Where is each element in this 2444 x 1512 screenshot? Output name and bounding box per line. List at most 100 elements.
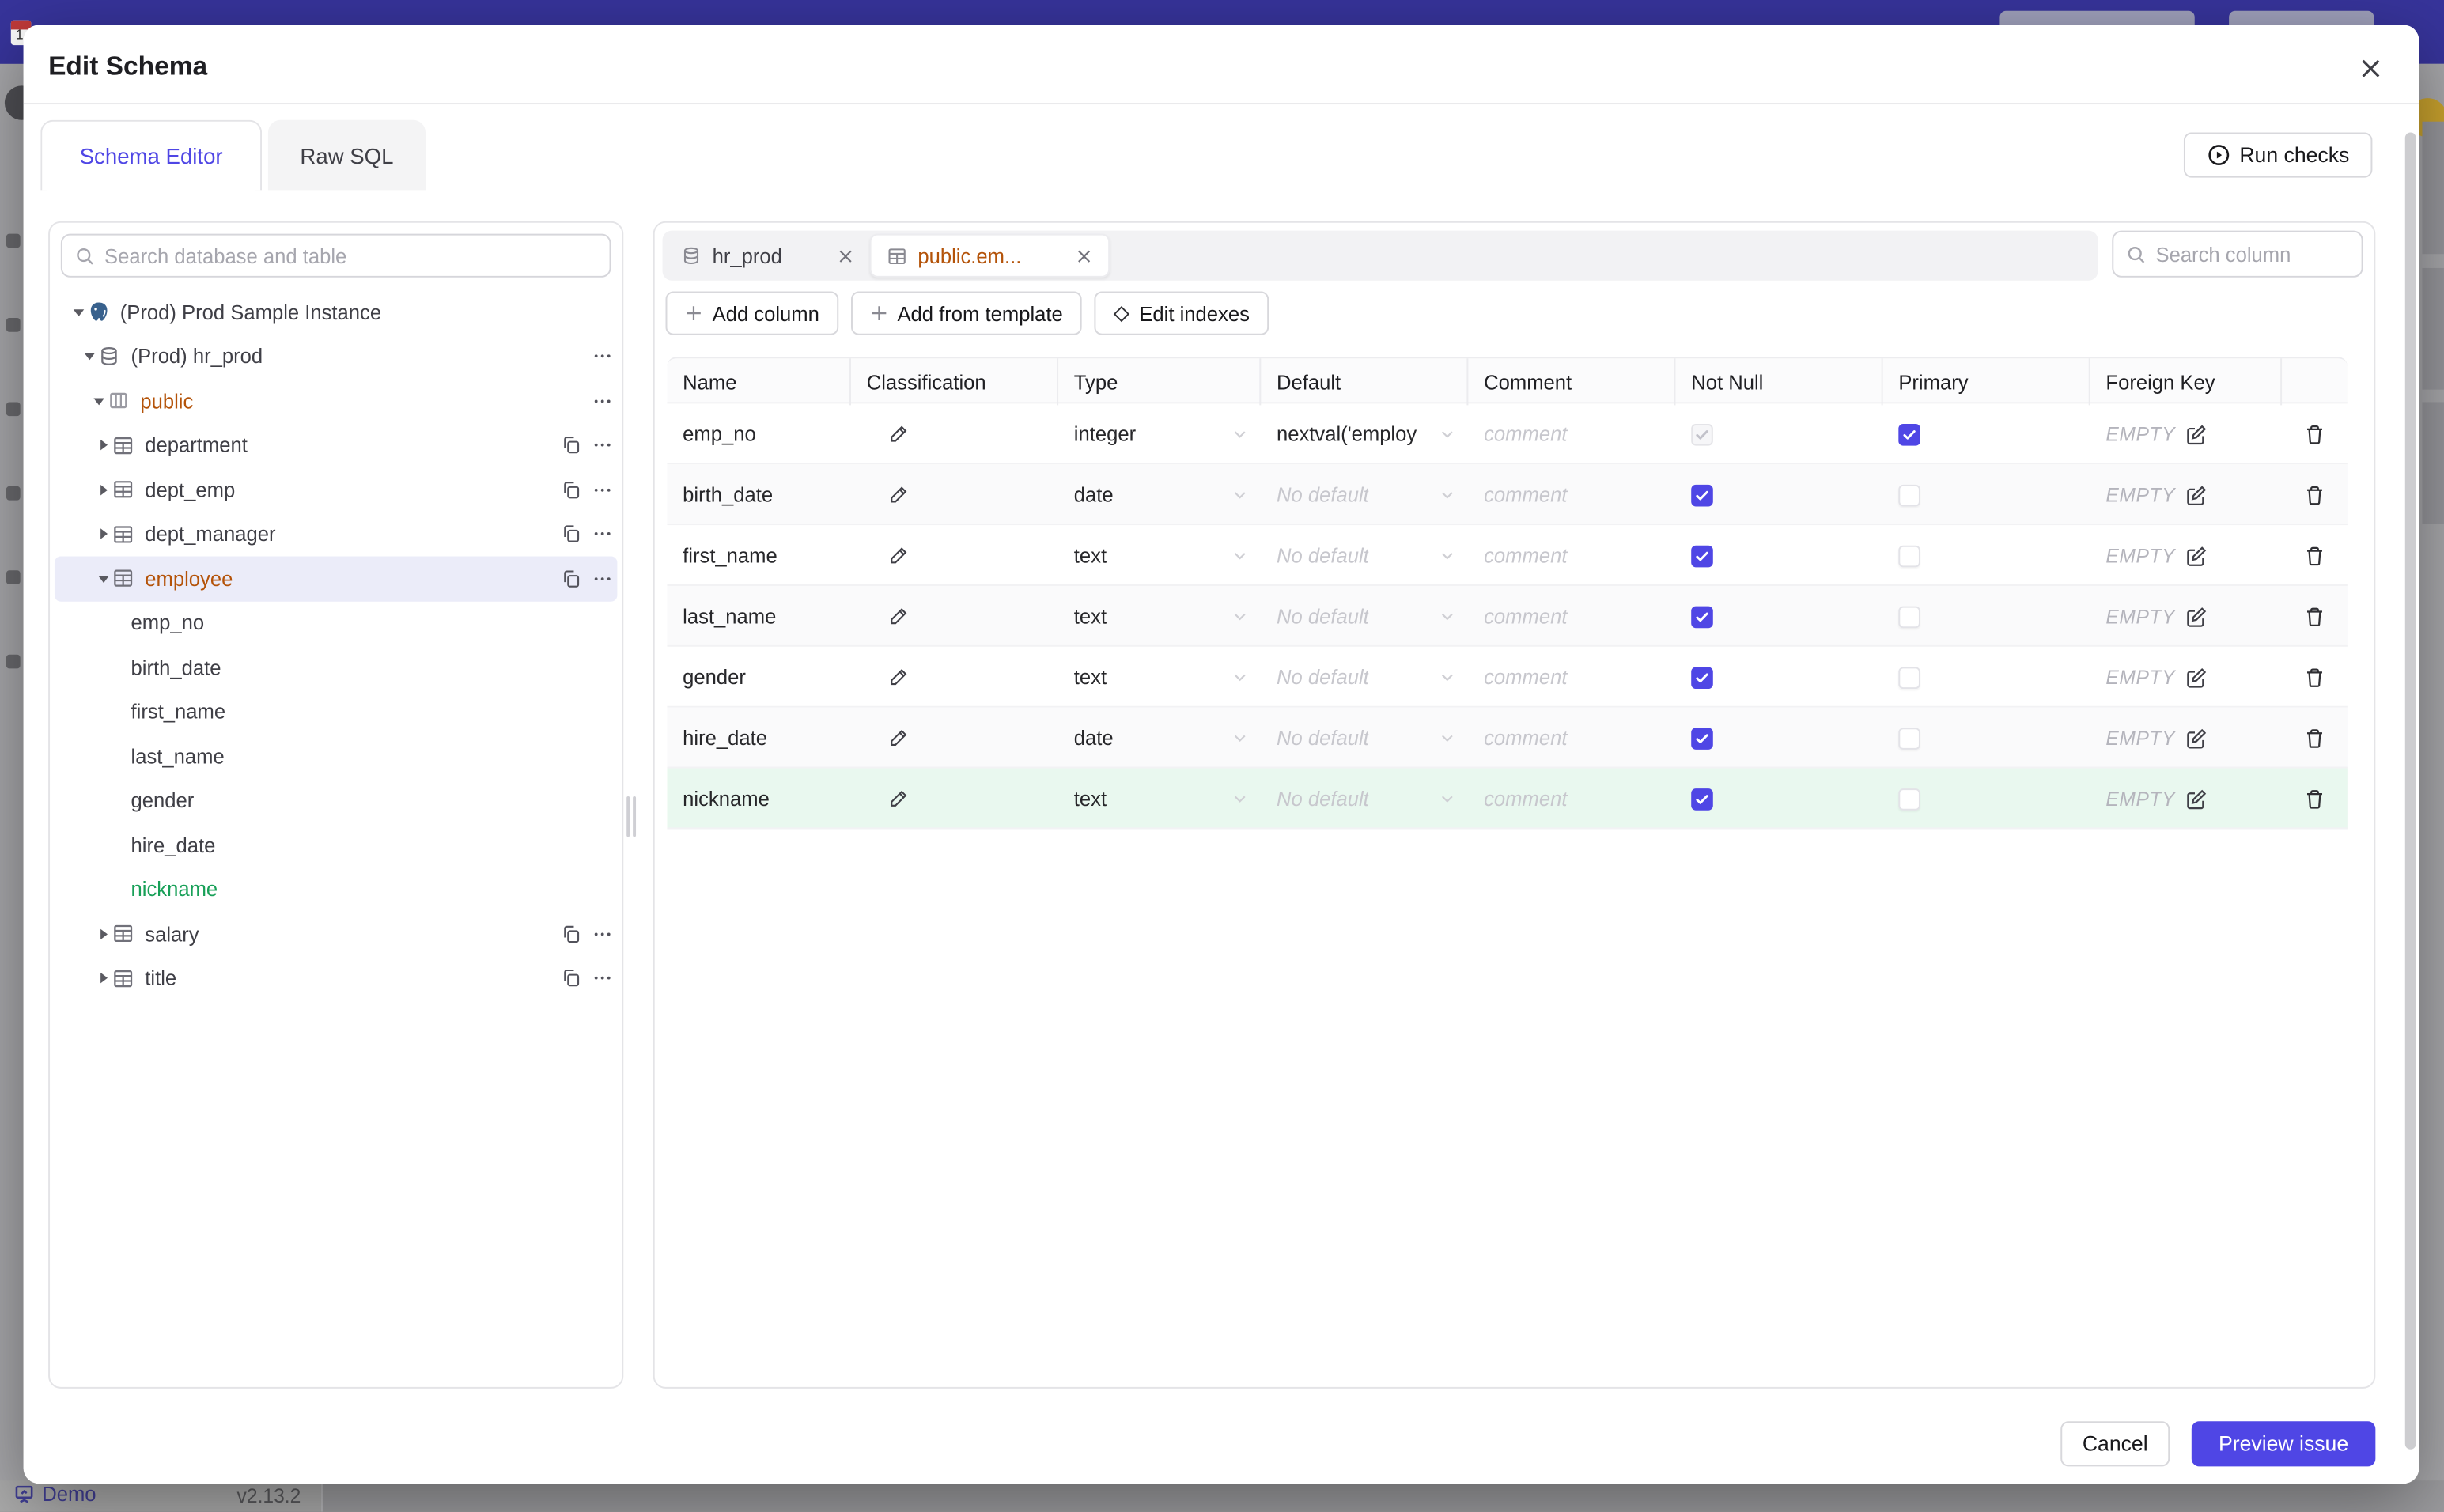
tree-item-department[interactable]: department	[55, 423, 617, 467]
tree-item-last_name[interactable]: last_name	[55, 734, 617, 778]
more-menu-icon[interactable]	[586, 569, 617, 589]
add-column-button[interactable]: Add column	[665, 291, 838, 335]
panel-resizer[interactable]	[625, 796, 637, 837]
copy-icon[interactable]	[555, 524, 586, 545]
edit-foreign-key-icon[interactable]	[2185, 788, 2207, 810]
checkbox-checked[interactable]	[1691, 666, 1713, 689]
tree-item-gender[interactable]: gender	[55, 778, 617, 822]
type-select[interactable]: text	[1058, 769, 1261, 830]
default-select[interactable]: No default	[1261, 586, 1468, 647]
name-cell[interactable]: nickname	[667, 769, 851, 830]
more-menu-icon[interactable]	[586, 524, 617, 545]
trash-icon[interactable]	[2304, 666, 2326, 688]
close-icon[interactable]	[2351, 48, 2391, 89]
tree-item-emp_no[interactable]: emp_no	[55, 601, 617, 645]
tree-search-input[interactable]	[104, 244, 597, 267]
caret-right-icon[interactable]	[93, 527, 112, 542]
comment-input[interactable]: comment	[1468, 586, 1675, 647]
preview-issue-button[interactable]: Preview issue	[2191, 1421, 2376, 1467]
default-select[interactable]: No default	[1261, 647, 1468, 708]
edit-foreign-key-icon[interactable]	[2185, 606, 2207, 628]
tab-raw-sql[interactable]: Raw SQL	[267, 119, 426, 191]
checkbox-checked[interactable]	[1691, 788, 1713, 810]
checkbox-checked[interactable]	[1691, 727, 1713, 749]
comment-input[interactable]: comment	[1468, 647, 1675, 708]
caret-down-icon[interactable]	[80, 350, 99, 364]
edit-foreign-key-icon[interactable]	[2185, 666, 2207, 688]
caret-down-icon[interactable]	[93, 572, 112, 586]
tree-item-hire_date[interactable]: hire_date	[55, 823, 617, 868]
trash-icon[interactable]	[2304, 727, 2326, 749]
pencil-icon[interactable]	[888, 424, 909, 444]
comment-input[interactable]: comment	[1468, 403, 1675, 464]
caret-right-icon[interactable]	[93, 482, 112, 497]
trash-icon[interactable]	[2304, 788, 2326, 810]
comment-input[interactable]: comment	[1468, 464, 1675, 525]
run-checks-button[interactable]: Run checks	[2183, 132, 2373, 178]
tree-item-dept_manager[interactable]: dept_manager	[55, 512, 617, 556]
pencil-icon[interactable]	[888, 485, 909, 505]
default-select[interactable]: No default	[1261, 525, 1468, 586]
tree-item--prod-hr_prod[interactable]: (Prod) hr_prod	[55, 335, 617, 379]
default-select[interactable]: No default	[1261, 464, 1468, 525]
checkbox-checked[interactable]	[1898, 423, 1920, 445]
tree-item-birth_date[interactable]: birth_date	[55, 645, 617, 690]
trash-icon[interactable]	[2304, 545, 2326, 567]
tab-schema-editor[interactable]: Schema Editor	[40, 119, 263, 191]
comment-input[interactable]: comment	[1468, 769, 1675, 830]
copy-icon[interactable]	[555, 968, 586, 988]
type-select[interactable]: text	[1058, 647, 1261, 708]
pencil-icon[interactable]	[888, 788, 909, 809]
name-cell[interactable]: birth_date	[667, 464, 851, 525]
type-select[interactable]: date	[1058, 708, 1261, 769]
pencil-icon[interactable]	[888, 728, 909, 748]
caret-down-icon[interactable]	[69, 305, 88, 319]
add-from-template-button[interactable]: Add from template	[850, 291, 1082, 335]
checkbox-unchecked[interactable]	[1898, 788, 1920, 810]
default-select[interactable]: No default	[1261, 708, 1468, 769]
cancel-button[interactable]: Cancel	[2060, 1421, 2170, 1467]
copy-icon[interactable]	[555, 924, 586, 944]
more-menu-icon[interactable]	[586, 391, 617, 411]
name-cell[interactable]: first_name	[667, 525, 851, 586]
comment-input[interactable]: comment	[1468, 525, 1675, 586]
type-select[interactable]: text	[1058, 525, 1261, 586]
more-menu-icon[interactable]	[586, 435, 617, 455]
checkbox-unchecked[interactable]	[1898, 544, 1920, 567]
tree-item-public[interactable]: public	[55, 379, 617, 423]
tree-item-salary[interactable]: salary	[55, 912, 617, 956]
caret-down-icon[interactable]	[89, 394, 108, 408]
type-select[interactable]: integer	[1058, 403, 1261, 464]
copy-icon[interactable]	[555, 479, 586, 500]
tree-item-first_name[interactable]: first_name	[55, 690, 617, 734]
more-menu-icon[interactable]	[586, 479, 617, 500]
comment-input[interactable]: comment	[1468, 708, 1675, 769]
copy-icon[interactable]	[555, 435, 586, 455]
trash-icon[interactable]	[2304, 423, 2326, 445]
edit-foreign-key-icon[interactable]	[2185, 545, 2207, 567]
name-cell[interactable]: last_name	[667, 586, 851, 647]
checkbox-checked[interactable]	[1691, 544, 1713, 567]
trash-icon[interactable]	[2304, 484, 2326, 506]
tree-item--prod-prod-sample-instance[interactable]: (Prod) Prod Sample Instance	[55, 290, 617, 335]
edit-foreign-key-icon[interactable]	[2185, 727, 2207, 749]
edit-foreign-key-icon[interactable]	[2185, 423, 2207, 445]
edit-indexes-button[interactable]: Edit indexes	[1094, 291, 1269, 335]
default-select[interactable]: No default	[1261, 769, 1468, 830]
checkbox-unchecked[interactable]	[1898, 605, 1920, 628]
editor-tab-public-employee[interactable]: public.em...	[869, 233, 1110, 278]
more-menu-icon[interactable]	[586, 968, 617, 988]
tree-item-employee[interactable]: employee	[54, 556, 618, 601]
pencil-icon[interactable]	[888, 667, 909, 687]
more-menu-icon[interactable]	[586, 924, 617, 944]
name-cell[interactable]: hire_date	[667, 708, 851, 769]
editor-tab-hr-prod[interactable]: hr_prod	[665, 234, 869, 278]
pencil-icon[interactable]	[888, 546, 909, 566]
more-menu-icon[interactable]	[586, 346, 617, 367]
checkbox-unchecked[interactable]	[1898, 727, 1920, 749]
caret-right-icon[interactable]	[93, 971, 112, 985]
caret-right-icon[interactable]	[93, 927, 112, 941]
copy-icon[interactable]	[555, 569, 586, 589]
column-search-input[interactable]	[2155, 242, 2431, 266]
checkbox-unchecked[interactable]	[1898, 666, 1920, 689]
